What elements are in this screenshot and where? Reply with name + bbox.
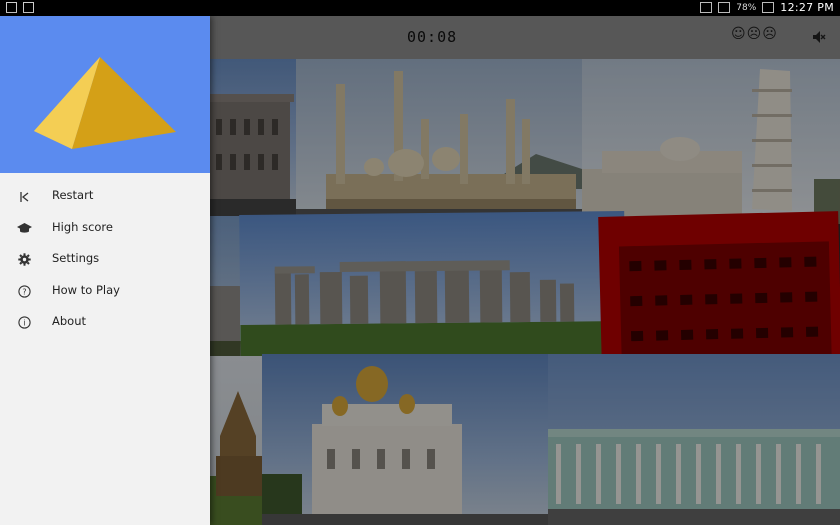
winter-palace-image <box>548 429 840 525</box>
app-notification-icon <box>23 2 34 13</box>
menu-item-label: About <box>52 314 87 328</box>
puzzle-tile-3[interactable] <box>582 59 840 224</box>
navigation-drawer: Restart High score Settings ? How to Pla… <box>0 16 210 525</box>
clock: 12:27 PM <box>780 1 834 14</box>
puzzle-tile-8[interactable] <box>262 354 554 525</box>
gallery-notification-icon <box>6 2 17 13</box>
drawer-header <box>0 16 210 173</box>
battery-icon <box>762 2 775 13</box>
stonehenge-image <box>240 260 626 371</box>
pyramid-logo-icon <box>34 57 176 149</box>
puzzle-tile-6[interactable] <box>598 211 840 367</box>
menu-item-restart[interactable]: Restart <box>0 181 210 213</box>
menu-item-label: How to Play <box>52 282 120 297</box>
puzzle-tile-2[interactable] <box>296 59 582 216</box>
drawer-menu: Restart High score Settings ? How to Pla… <box>0 181 210 339</box>
restart-icon <box>17 189 32 204</box>
svg-text:i: i <box>23 319 25 328</box>
menu-item-label: Restart <box>52 188 94 202</box>
gear-icon <box>17 252 32 267</box>
svg-text:?: ? <box>22 287 26 296</box>
mute-status-icon <box>700 2 713 13</box>
lives-faces-icon: ☺☹☹ <box>731 26 778 42</box>
puzzle-tile-1[interactable] <box>210 59 296 216</box>
menu-item-label: Settings <box>52 251 100 265</box>
graduation-cap-icon <box>17 221 32 236</box>
menu-item-high-score[interactable]: High score <box>0 213 210 245</box>
info-icon: i <box>17 315 32 330</box>
mosque-image <box>296 71 582 216</box>
cathedral-image <box>262 366 554 525</box>
menu-item-label: High score <box>52 219 113 234</box>
menu-item-settings[interactable]: Settings <box>0 244 210 276</box>
menu-item-about[interactable]: i About <box>0 307 210 339</box>
status-bar: 78% 12:27 PM <box>0 0 840 16</box>
puzzle-tile-5[interactable] <box>239 210 626 371</box>
puzzle-tile-9[interactable] <box>548 354 840 525</box>
menu-item-how-to-play[interactable]: ? How to Play <box>0 276 210 308</box>
building-image <box>210 94 296 216</box>
sound-off-icon[interactable] <box>812 30 826 44</box>
status-right: 78% 12:27 PM <box>700 1 834 14</box>
red-building-image <box>618 241 832 367</box>
status-left-icons <box>6 2 34 13</box>
battery-percent: 78% <box>736 2 757 13</box>
timer: 00:08 <box>407 28 458 46</box>
pisa-image <box>582 69 840 224</box>
wifi-icon <box>718 2 731 13</box>
help-icon: ? <box>17 284 32 299</box>
